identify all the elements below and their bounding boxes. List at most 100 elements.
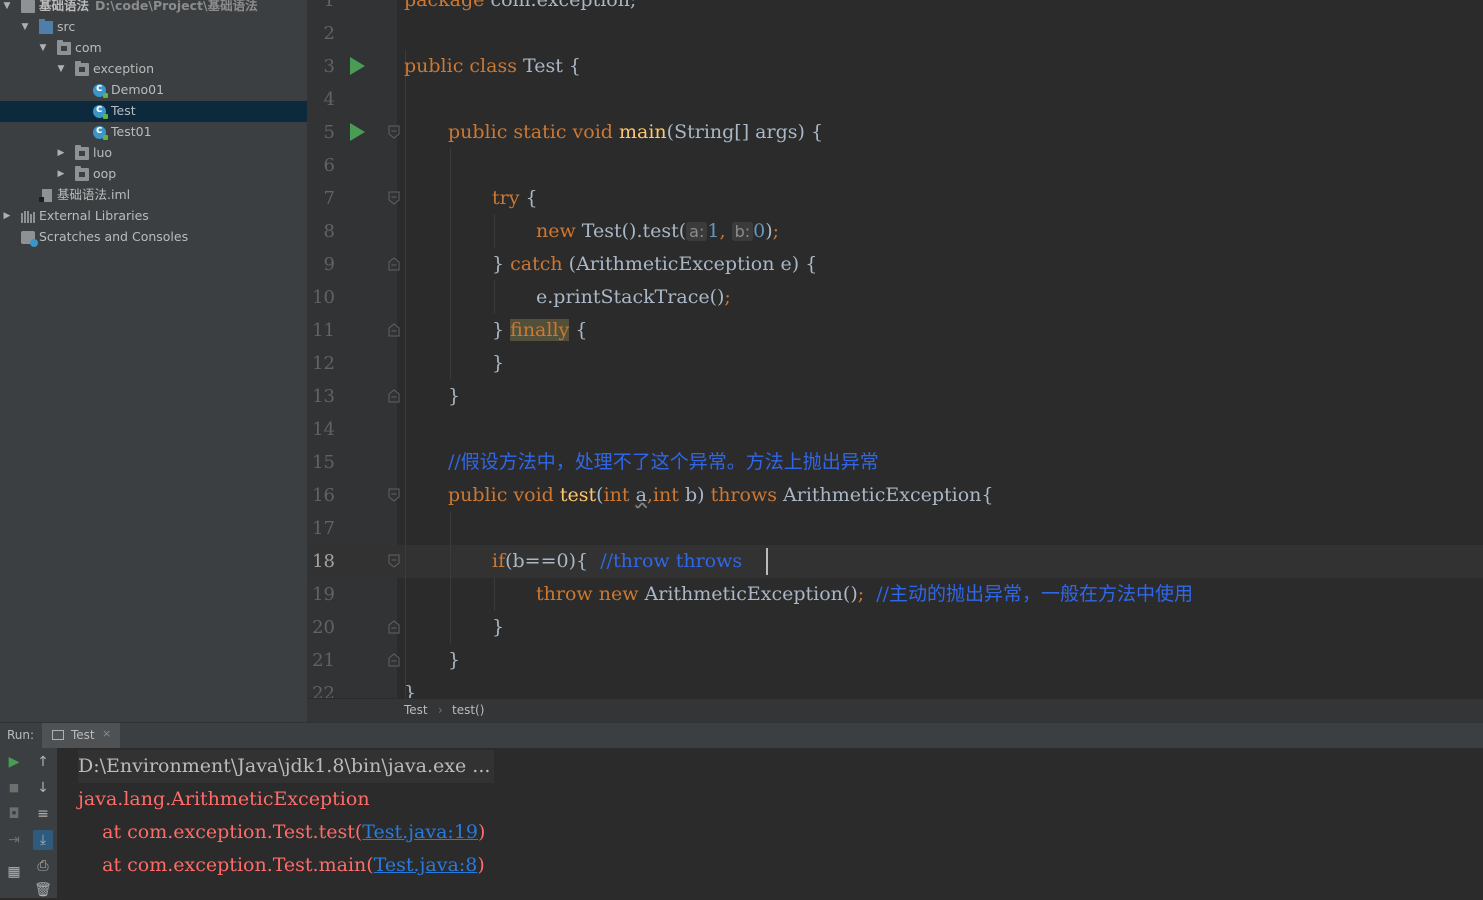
code-line-18: if(b==0){ //throw throws [492,545,742,578]
run-toolbar: ▶ ■ ◘ ⇥ ▦ ↑ ↓ ≡ ⤓ ⎙ 🗑 [0,748,57,898]
tree-item-scratches[interactable]: Scratches and Consoles [0,227,307,248]
close-icon[interactable]: × [102,727,111,740]
camera-icon[interactable]: ◘ [4,804,24,824]
java-class-icon [93,81,108,98]
code-line-8: new Test().test(a: 1, b: 0); [536,215,779,248]
keyword: throws [710,484,777,506]
print-icon[interactable]: ⎙ [33,856,53,876]
line-number: 19 [312,584,335,605]
brace: } [492,616,505,638]
arrow-down-icon[interactable]: ↓ [33,778,53,798]
tree-item-iml[interactable]: 基础语法.iml [0,185,307,206]
method-name: main [619,121,667,143]
unused-param: a [635,484,647,506]
type-name: ArithmeticException{ [783,484,994,506]
comment: //主动的抛出异常，一般在方法中使用 [876,583,1194,605]
indent-guide [494,214,495,248]
scroll-to-end-icon[interactable]: ⤓ [33,830,53,850]
tree-item-com[interactable]: ▼ com [0,38,307,59]
fold-marker-icon[interactable] [387,323,401,337]
keyword: catch [510,253,563,275]
breadcrumb-separator: › [438,703,443,717]
tree-item-src[interactable]: ▼ src [0,17,307,38]
brace: } [404,682,417,698]
tree-item-demo01[interactable]: Demo01 [0,80,307,101]
java-class-icon [93,123,108,140]
project-tool-window: ▼ 基础语法 D:\code\Project\基础语法 ▼ src ▼ com ▼… [0,0,307,722]
code-line-15: //假设方法中，处理不了这个异常。方法上抛出异常 [448,446,879,479]
tree-item-root[interactable]: ▼ 基础语法 D:\code\Project\基础语法 [0,0,307,17]
chevron-right-icon[interactable]: ▶ [55,143,67,164]
line-number: 10 [312,287,335,308]
fold-marker-icon[interactable] [387,389,401,403]
fold-marker-icon[interactable] [387,125,401,139]
breadcrumb-method[interactable]: test() [452,703,484,717]
number: 1 [707,220,720,242]
fold-marker-icon[interactable] [387,620,401,634]
breadcrumb-class[interactable]: Test [404,703,428,717]
tree-item-label: Scratches and Consoles [39,229,189,244]
comment: //throw throws [600,550,743,572]
brace: { [575,319,588,341]
run-label: Run: [7,728,35,742]
chevron-down-icon[interactable]: ▼ [37,38,49,59]
punct: ; [857,583,865,605]
trace-link[interactable]: Test.java:8 [374,854,478,876]
module-file-icon [39,189,52,202]
keyword: int [603,484,630,506]
chevron-down-icon[interactable]: ▼ [1,0,13,17]
stop-icon[interactable]: ■ [4,778,24,798]
params: (String[] args) [666,121,805,143]
line-number: 9 [323,254,335,275]
fold-marker-icon[interactable] [387,191,401,205]
tree-item-label: External Libraries [39,208,149,223]
chevron-right-icon[interactable]: ▶ [55,164,67,185]
run-arrow-icon[interactable] [350,123,365,141]
trash-icon[interactable]: 🗑 [33,880,53,900]
fold-marker-icon[interactable] [387,257,401,271]
keyword: new [598,583,639,605]
trace-link[interactable]: Test.java:19 [362,821,478,843]
chevron-down-icon[interactable]: ▼ [55,59,67,80]
soft-wrap-icon[interactable]: ≡ [33,804,53,824]
fold-marker-icon[interactable] [387,488,401,502]
tree-item-exception[interactable]: ▼ exception [0,59,307,80]
layout-icon[interactable]: ▦ [4,862,24,882]
keyword: try [492,187,520,209]
code-line-21: } [448,644,460,677]
rerun-icon[interactable]: ▶ [4,752,24,772]
fold-marker-icon[interactable] [387,554,401,568]
arrow-up-icon[interactable]: ↑ [33,752,53,772]
line-number: 13 [312,386,335,407]
chevron-down-icon[interactable]: ▼ [19,17,31,38]
brace: } [448,385,461,407]
brace: } [492,319,505,341]
tree-item-label: 基础语法.iml [57,187,131,202]
tree-item-oop[interactable]: ▶ oop [0,164,307,185]
class-name: Test [523,55,563,77]
keyword-highlighted: finally [510,319,570,341]
tree-item-test[interactable]: Test [0,101,307,122]
line-number: 16 [312,485,335,506]
line-number: 11 [312,320,335,341]
code-line-11: } finally { [492,314,587,347]
tree-item-external-libraries[interactable]: ▶ External Libraries [0,206,307,227]
console-trace-line: at com.exception.Test.test(Test.java:19) [78,816,485,849]
line-number: 5 [323,122,335,143]
params: b) [684,484,705,506]
package-icon [57,40,71,55]
fold-marker-icon[interactable] [387,653,401,667]
line-number: 1 [323,0,335,11]
punct: ) [765,220,773,242]
exit-icon[interactable]: ⇥ [4,830,24,850]
code-line-7: try { [492,182,538,215]
package-name: com.exception; [490,0,637,11]
run-tab-test[interactable]: Test × [42,723,120,748]
trace-text: at com.exception.Test.test( [78,821,363,843]
run-arrow-icon[interactable] [350,57,365,75]
tree-item-test01[interactable]: Test01 [0,122,307,143]
line-number: 7 [323,188,335,209]
brace: { [576,550,589,572]
chevron-right-icon[interactable]: ▶ [1,206,13,227]
tree-item-luo[interactable]: ▶ luo [0,143,307,164]
